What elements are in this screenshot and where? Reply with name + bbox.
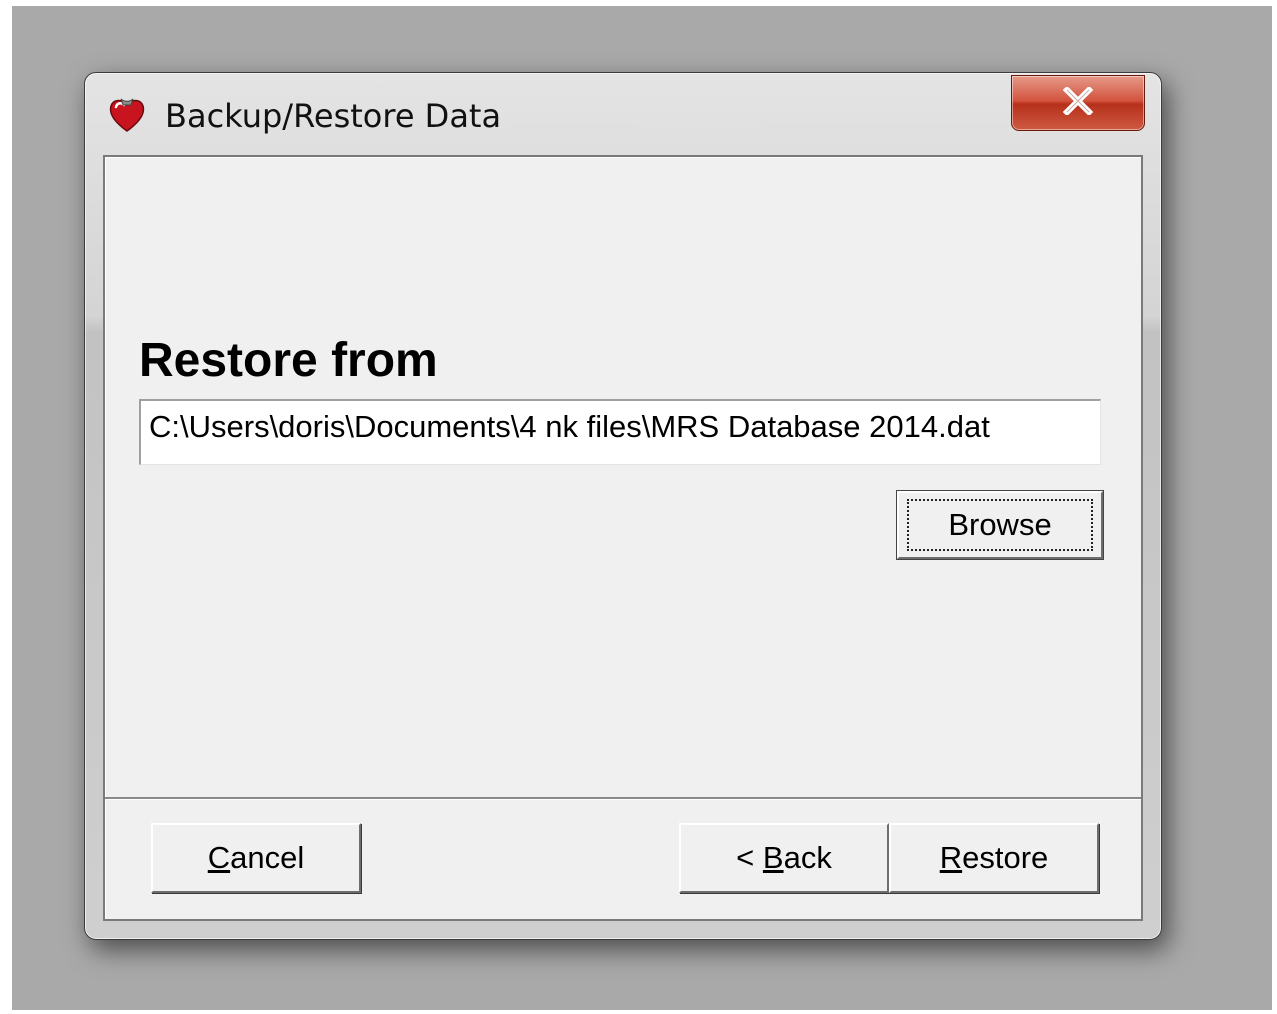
close-button[interactable] [1011,75,1145,131]
back-button[interactable]: < Back [679,823,889,893]
dialog-client-area: Restore from C:\Users\doris\Documents\4 … [103,155,1143,921]
restore-from-heading: Restore from [139,334,438,387]
window-title: Backup/Restore Data [165,97,502,135]
restore-button[interactable]: Restore [889,823,1099,893]
back-button-label: < Back [736,840,832,875]
heart-shield-icon [107,95,147,135]
footer-separator [105,797,1141,800]
browse-button[interactable]: Browse [896,490,1104,560]
restore-button-label: Restore [939,840,1049,875]
browse-button-label: Browse [948,507,1052,542]
cancel-button-label: Cancel [207,840,305,875]
cancel-button[interactable]: Cancel [151,823,361,893]
title-bar[interactable]: Backup/Restore Data [85,73,1161,157]
backup-restore-dialog: Backup/Restore Data Restore from C:\User… [84,72,1162,940]
restore-path-input[interactable]: C:\Users\doris\Documents\4 nk files\MRS … [139,399,1101,465]
close-icon [1062,85,1094,120]
